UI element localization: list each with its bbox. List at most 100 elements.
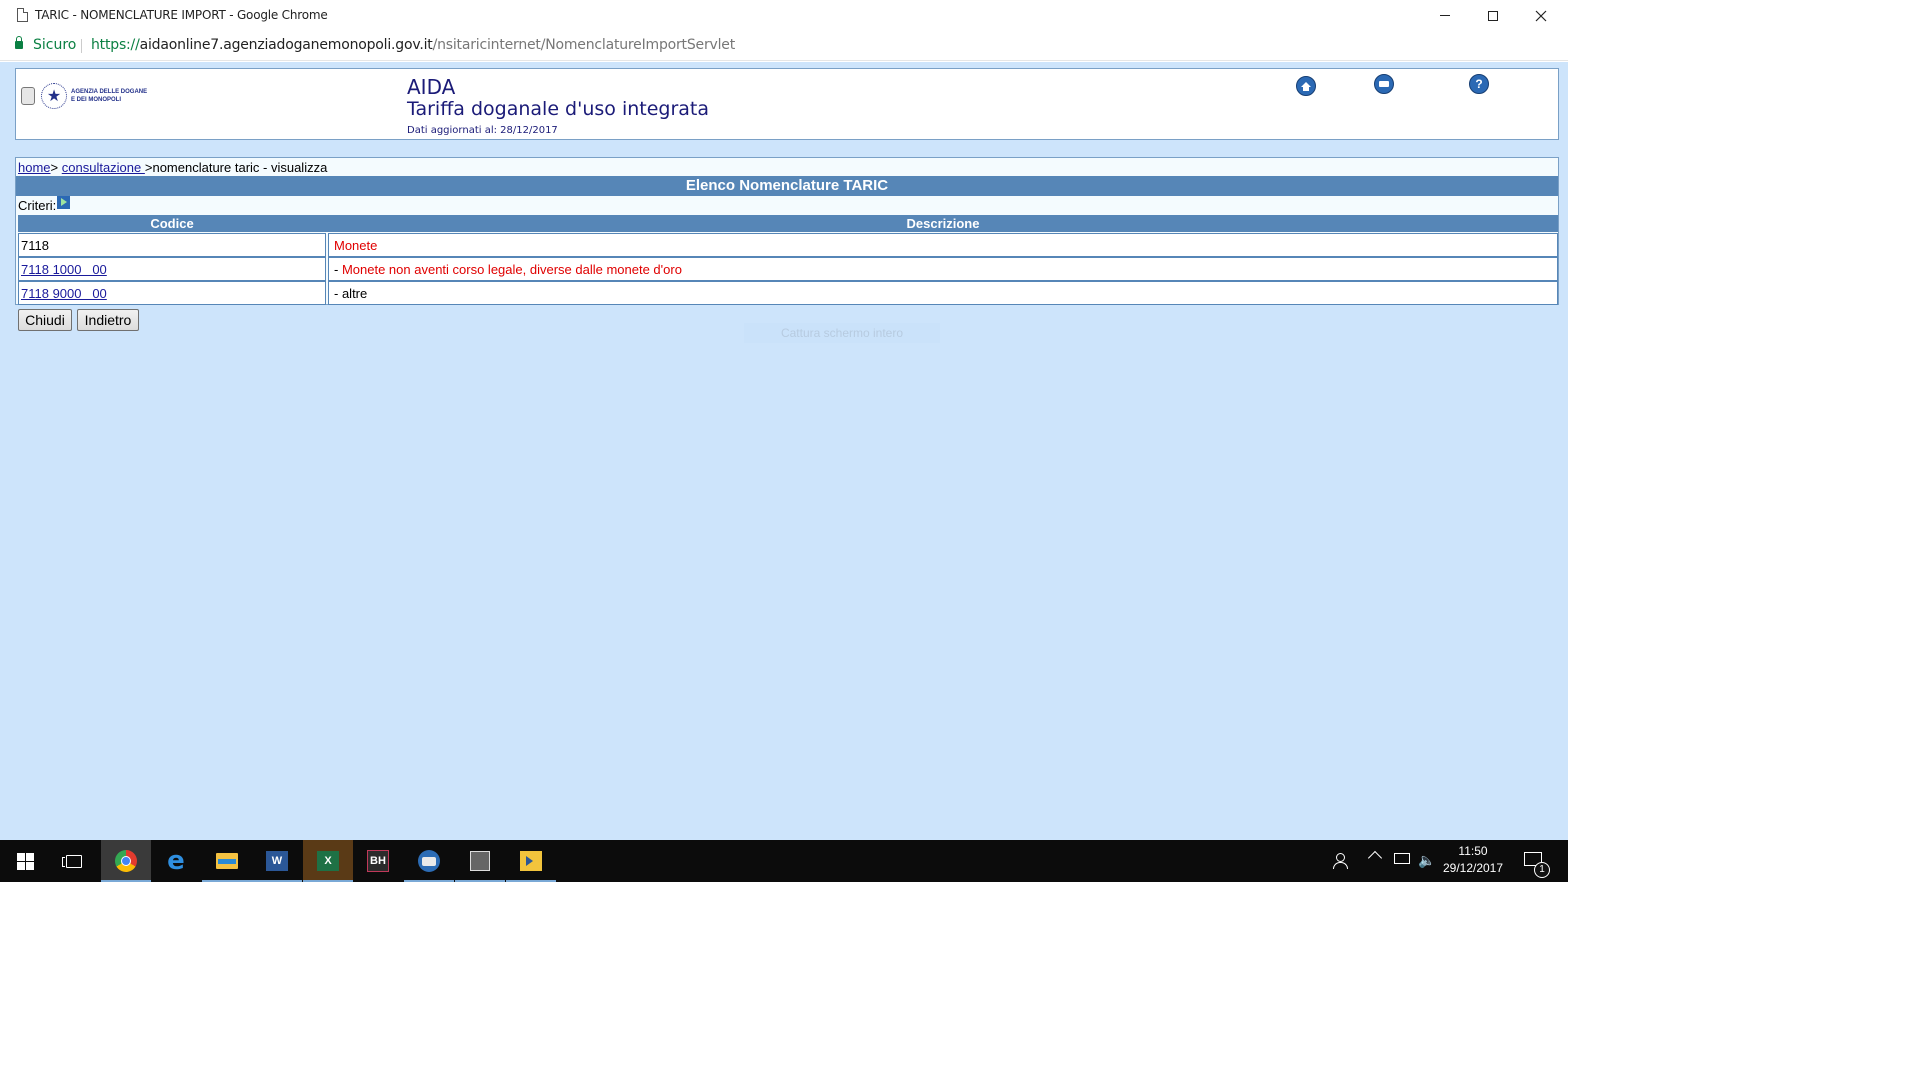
code-cell: 7118 1000 00 [18,257,326,281]
network-icon[interactable] [1394,853,1410,864]
people-icon[interactable] [1332,852,1350,870]
screen-capture-overlay[interactable]: Cattura schermo intero [744,323,940,343]
breadcrumb-home-link[interactable]: home [18,160,51,175]
logo-text: AGENZIA DELLE DOGANE E DEI MONOPOLI [71,88,147,104]
clock-date: 29/12/2017 [1442,861,1504,875]
task-view-icon [62,854,82,868]
help-button[interactable]: ? [1469,74,1489,94]
code-cell: 7118 9000 00 [18,281,326,305]
description-value: Monete non aventi corso legale, diverse … [341,262,682,277]
url-host: aidaonline7.agenziadoganemonopoli.gov.it [139,37,433,53]
start-icon [16,852,34,870]
file-explorer-icon [216,853,238,869]
code-link[interactable]: 7118 9000 00 [21,286,107,301]
window-titlebar: TARIC - NOMENCLATURE IMPORT - Google Chr… [0,0,1568,31]
table-header: Codice Descrizione [18,215,1558,232]
data-update-date: Dati aggiornati al: 28/12/2017 [407,125,558,136]
description-cell: Monete [328,233,1558,257]
content-panel: home> consultazione >nomenclature taric … [15,157,1559,305]
breadcrumb-current: >nomenclature taric - visualizza [144,160,328,175]
logo-text-line2: E DEI MONOPOLI [71,97,122,103]
clock-time: 11:50 [1458,844,1488,858]
active-indicator [252,880,302,882]
app-header: ★ AGENZIA DELLE DOGANE E DEI MONOPOLI AID… [15,68,1559,140]
table-row: 7118 1000 00 - Monete non aventi corso l… [18,257,1558,281]
page-icon [17,8,28,22]
close-icon [1535,10,1547,21]
active-indicator [202,880,252,882]
code-link[interactable]: 7118 1000 00 [21,262,107,277]
code-value: 7118 [21,238,49,253]
notification-badge: 1 [1534,862,1550,878]
window-title: TARIC - NOMENCLATURE IMPORT - Google Chr… [35,8,328,22]
print-icon [1379,81,1389,87]
description-value: altre [341,286,368,301]
lock-icon [15,36,23,49]
code-cell: 7118 [18,233,326,257]
app-icon [470,851,490,871]
table-row: 7118 Monete [18,233,1558,257]
agency-logo: ★ AGENZIA DELLE DOGANE E DEI MONOPOLI [19,83,149,113]
taskbar-chrome[interactable] [101,840,151,882]
page-viewport: ★ AGENZIA DELLE DOGANE E DEI MONOPOLI AID… [0,62,1568,840]
section-title: Elenco Nomenclature TARIC [16,176,1558,196]
breadcrumb-separator: > [50,160,59,175]
edge-icon: e [167,846,185,876]
thunderbird-icon [418,850,440,872]
home-icon [1301,81,1311,91]
active-indicator [506,880,556,882]
minimize-button[interactable] [1422,0,1468,31]
breadcrumb-consultazione-link[interactable]: consultazione [62,160,145,175]
criteria-row: Criteri: [18,196,71,213]
maximize-button[interactable] [1470,0,1516,31]
minimize-icon [1440,15,1450,16]
emblem-icon [21,87,35,105]
active-indicator [404,880,454,882]
table-row: 7118 9000 00 - altre [18,281,1558,305]
taskbar-excel[interactable]: X [303,840,353,882]
task-view-button[interactable] [49,840,99,882]
app-title: AIDA [407,75,456,99]
app-subtitle: Tariffa doganale d'uso integrata [407,98,710,120]
url-path: /nsitaricinternet/NomenclatureImportServ… [432,37,736,53]
breadcrumb: home> consultazione >nomenclature taric … [18,160,327,175]
description-dash: - [334,262,342,277]
criteria-label: Criteri: [18,198,57,213]
description-dash: - [334,286,342,301]
taskbar-app[interactable] [455,840,505,882]
bh-icon: BH [367,850,389,872]
close-button[interactable]: Chiudi [18,309,72,331]
address-bar[interactable]: Sicuro https://aidaonline7.agenziadogane… [0,31,1568,61]
column-header-description: Descrizione [906,216,980,231]
taskbar-word[interactable]: W [252,840,302,882]
star-icon: ★ [41,83,67,109]
system-clock[interactable]: 11:50 29/12/2017 [1440,843,1506,877]
volume-icon[interactable]: 🔈 [1418,852,1435,869]
description-cell: - altre [328,281,1558,305]
help-icon: ? [1475,77,1483,91]
description-cell: - Monete non aventi corso legale, divers… [328,257,1558,281]
active-indicator [101,880,151,882]
chrome-icon [115,850,137,872]
column-header-code: Codice [150,216,194,231]
back-button[interactable]: Indietro [77,309,139,331]
taskbar-edge[interactable]: e [151,840,201,882]
maximize-icon [1488,10,1498,21]
taskbar-bh[interactable]: BH [353,840,403,882]
secure-label: Sicuro [33,37,77,53]
print-button[interactable] [1374,74,1394,94]
word-icon: W [266,851,288,871]
active-indicator [303,880,353,882]
home-button[interactable] [1296,76,1316,96]
close-window-button[interactable] [1518,0,1564,31]
url-scheme: https:// [91,37,140,53]
taskbar-file-explorer[interactable] [202,840,252,882]
address-separator [81,39,82,53]
start-button[interactable] [0,840,50,882]
taskbar-thunderbird[interactable] [404,840,454,882]
url-field[interactable]: https://aidaonline7.agenziadoganemonopol… [91,37,735,53]
logo-text-line1: AGENZIA DELLE DOGANE [71,89,148,95]
excel-icon: X [317,851,339,871]
expand-criteria-icon[interactable] [57,196,71,209]
taskbar-powershell[interactable] [506,840,556,882]
